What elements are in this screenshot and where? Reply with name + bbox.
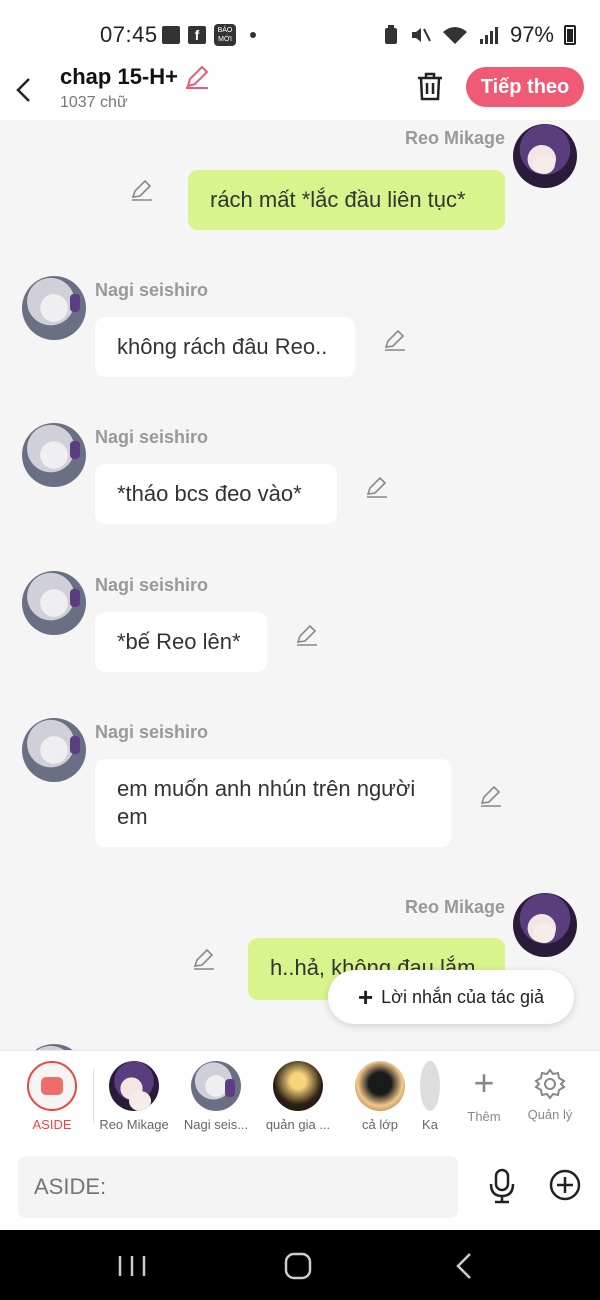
sender-name: Nagi seishiro	[95, 280, 209, 300]
edit-message-icon[interactable]	[365, 475, 389, 499]
signal-icon	[479, 27, 498, 44]
character-label: Nagi seis...	[183, 1117, 249, 1132]
avatar[interactable]	[22, 423, 86, 487]
status-time: 07:45	[100, 22, 158, 47]
system-icons: 97%	[382, 22, 576, 48]
message-input[interactable]	[18, 1156, 458, 1218]
sender-name: Reo Mikage	[404, 128, 505, 148]
title-row: chap 15-H+	[60, 64, 210, 90]
author-note-label: Lời nhắn của tác giả	[381, 986, 545, 1007]
author-note-button[interactable]: + Lời nhắn của tác giả	[328, 970, 574, 1024]
character-label: cả lớp	[362, 1117, 398, 1132]
sender-name: Nagi seishiro	[95, 722, 209, 742]
plus-circle-icon	[549, 1169, 581, 1201]
add-attachment-button[interactable]	[548, 1168, 582, 1202]
plus-icon: +	[473, 1062, 495, 1103]
character-nagi[interactable]: Nagi seis...	[176, 1061, 256, 1132]
avatar[interactable]	[22, 276, 86, 340]
character-label: quản gia ...	[265, 1117, 331, 1132]
chevron-left-icon	[16, 78, 30, 102]
edit-message-icon[interactable]	[192, 947, 216, 971]
chapter-title: chap 15-H+	[60, 64, 178, 89]
delete-button[interactable]	[414, 70, 446, 102]
message-bubble[interactable]: em muốn anh nhún trên người em	[95, 759, 451, 847]
add-character-button[interactable]: + Thêm	[454, 1062, 514, 1125]
avatar[interactable]	[513, 893, 577, 957]
status-bar: 07:45 f BÁO MỚI 97%	[0, 0, 600, 64]
compose-row	[0, 1146, 600, 1230]
avatar	[273, 1061, 323, 1111]
manage-label: Quản lý	[527, 1107, 573, 1122]
word-count: 1037 chữ	[60, 94, 128, 111]
character-label: ASIDE	[32, 1117, 72, 1132]
character-ka[interactable]: Ka	[418, 1061, 442, 1132]
edit-title-icon[interactable]	[184, 64, 210, 90]
editor-header: chap 15-H+ 1037 chữ Tiếp theo	[0, 64, 600, 120]
aside-icon	[27, 1061, 77, 1111]
edit-message-icon[interactable]	[479, 784, 503, 808]
battery-icon	[564, 25, 576, 45]
avatar	[420, 1061, 440, 1111]
character-aside[interactable]: ASIDE	[12, 1061, 92, 1132]
microphone-icon	[489, 1168, 515, 1204]
wifi-icon	[442, 27, 467, 44]
back-button[interactable]	[8, 70, 40, 110]
avatar[interactable]	[22, 571, 86, 635]
avatar[interactable]	[22, 718, 86, 782]
image-icon	[162, 26, 180, 44]
next-button[interactable]: Tiếp theo	[466, 67, 584, 107]
avatar	[355, 1061, 405, 1111]
message-bubble[interactable]: rách mất *lắc đầu liên tục*	[188, 170, 505, 230]
baomoi-icon: BÁO MỚI	[214, 24, 236, 46]
trash-icon	[418, 72, 442, 101]
character-butler[interactable]: quản gia ...	[258, 1061, 338, 1132]
home-icon[interactable]	[278, 1252, 318, 1280]
mute-icon	[411, 28, 431, 42]
battery-saver-icon	[384, 25, 397, 44]
gear-icon	[534, 1068, 566, 1100]
character-class[interactable]: cả lớp	[340, 1061, 420, 1132]
edit-message-icon[interactable]	[383, 328, 407, 352]
avatar[interactable]	[513, 124, 577, 188]
more-notifications-icon	[250, 32, 256, 38]
character-label: Ka	[422, 1117, 438, 1132]
edit-message-icon[interactable]	[295, 623, 319, 647]
plus-icon: +	[357, 982, 374, 1012]
character-label: Reo Mikage	[99, 1117, 169, 1132]
avatar	[109, 1061, 159, 1111]
back-nav-icon[interactable]	[446, 1252, 486, 1280]
character-bar: ASIDE Reo Mikage Nagi seis... quản gia .…	[0, 1050, 600, 1146]
character-reo[interactable]: Reo Mikage	[94, 1061, 174, 1132]
message-bubble[interactable]: *bế Reo lên*	[95, 612, 267, 672]
sender-name: Nagi seishiro	[95, 575, 209, 595]
recent-apps-icon[interactable]	[112, 1252, 152, 1280]
facebook-icon: f	[188, 26, 206, 44]
battery-percent: 97%	[509, 22, 554, 47]
system-nav-bar	[0, 1230, 600, 1300]
message-bubble[interactable]: *tháo bcs đeo vào*	[95, 464, 337, 524]
message-bubble[interactable]: không rách đâu Reo..	[95, 317, 355, 377]
message-input-wrapper	[18, 1156, 458, 1218]
sender-name: Nagi seishiro	[95, 427, 209, 447]
add-label: Thêm	[467, 1109, 501, 1124]
edit-message-icon[interactable]	[130, 178, 154, 202]
manage-button[interactable]: Quản lý	[520, 1063, 580, 1122]
notification-icons: f BÁO MỚI	[162, 24, 256, 46]
sender-name: Reo Mikage	[404, 897, 505, 917]
voice-button[interactable]	[486, 1168, 518, 1204]
chat-area[interactable]: Reo Mikage rách mất *lắc đầu liên tục* N…	[0, 120, 600, 1050]
avatar	[191, 1061, 241, 1111]
